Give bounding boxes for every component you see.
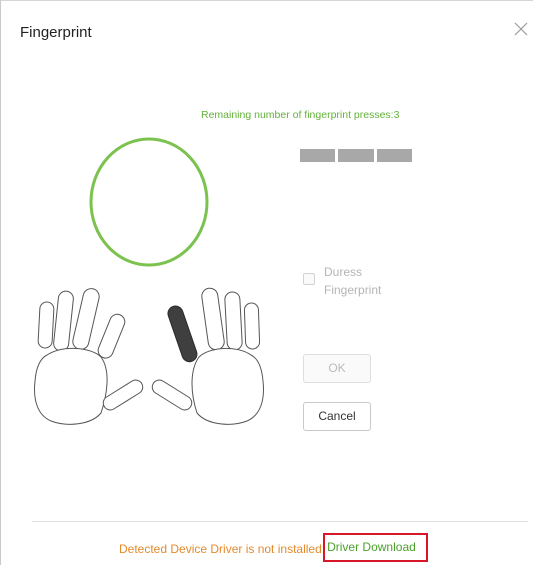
driver-download-link[interactable]: Driver Download [323,533,428,562]
left-pinky-finger[interactable] [37,301,55,349]
right-thumb[interactable] [150,377,195,412]
driver-status-footer: Detected Device Driver is not installed:… [119,533,428,563]
left-middle-finger[interactable] [71,287,101,351]
right-ring-finger[interactable] [224,291,243,351]
right-index-finger[interactable] [166,304,199,364]
close-icon[interactable] [513,21,529,37]
duress-fingerprint-option[interactable]: Duress Fingerprint [303,263,404,299]
ok-button[interactable]: OK [303,354,371,383]
remaining-presses-text: Remaining number of fingerprint presses:… [201,109,400,121]
progress-segment [300,149,335,162]
left-index-finger[interactable] [96,312,127,360]
driver-warning-text: Detected Device Driver is not installed: [119,541,326,556]
dialog-title: Fingerprint [20,24,92,41]
progress-segment [338,149,374,162]
left-palm[interactable] [34,348,108,425]
fingerprint-oval-icon [89,137,209,267]
progress-segment [377,149,412,162]
right-palm[interactable] [191,348,264,425]
duress-label: Duress Fingerprint [324,265,382,297]
footer-divider [32,521,528,522]
left-ring-finger[interactable] [53,290,74,352]
right-middle-finger[interactable] [201,287,225,351]
hands-diagram [34,287,264,425]
press-progress-bar [300,149,412,162]
right-pinky-finger[interactable] [243,302,261,350]
duress-checkbox[interactable] [303,273,315,285]
cancel-button[interactable]: Cancel [303,402,371,431]
fingerprint-dialog: Fingerprint Remaining number of fingerpr… [0,0,533,565]
